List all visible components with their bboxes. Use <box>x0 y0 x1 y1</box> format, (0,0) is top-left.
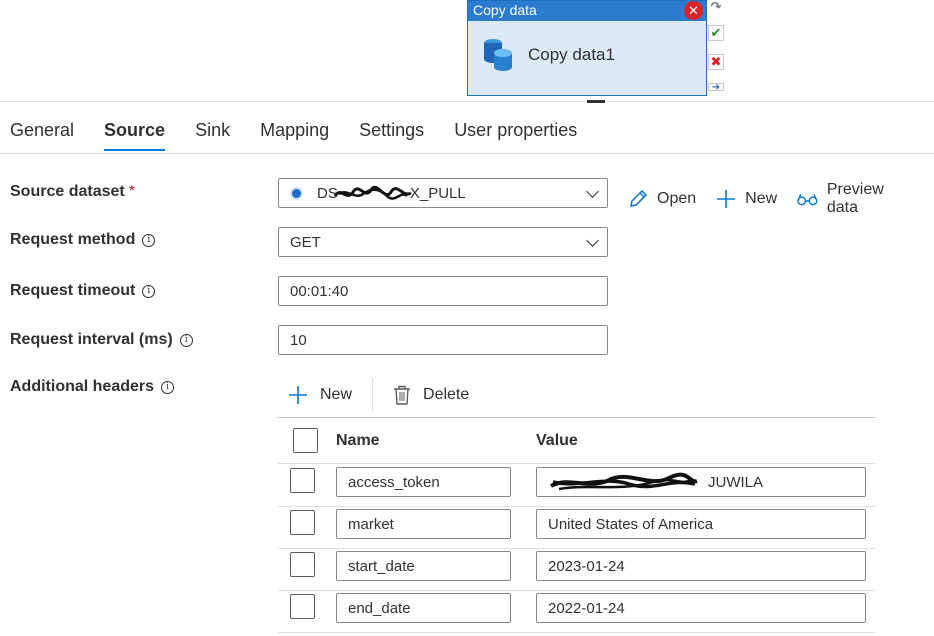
header-name-value: start_date <box>348 557 415 575</box>
tab-settings[interactable]: Settings <box>359 120 424 151</box>
tabs-divider <box>0 153 934 154</box>
activity-side-actions: ↷ ✔ ✖ ➜ <box>708 0 726 104</box>
activity-type-label: Copy data <box>473 2 537 18</box>
toolbar-separator <box>372 378 374 412</box>
dataset-icon <box>290 186 303 200</box>
source-dataset-prefix: DS <box>317 184 338 202</box>
properties-tabs: General Source Sink Mapping Settings Use… <box>10 120 607 151</box>
request-method-label-text: Request method <box>10 231 136 248</box>
tab-general[interactable]: General <box>10 120 74 151</box>
plus-icon <box>289 386 307 404</box>
table-row: market United States of America <box>278 507 876 549</box>
new-label: New <box>745 190 778 207</box>
delete-header-label: Delete <box>423 386 470 403</box>
headers-grid-header: Name Value <box>278 426 876 464</box>
request-interval-label-text: Request interval (ms) <box>10 331 173 348</box>
request-interval-input[interactable]: 10 <box>278 325 608 355</box>
row-checkbox[interactable] <box>290 552 315 577</box>
request-method-select[interactable]: GET <box>278 227 608 257</box>
open-dataset-button[interactable]: Open <box>628 189 696 209</box>
activity-header: Copy data ✕ <box>468 1 706 21</box>
on-completion-icon[interactable]: ➜ <box>708 83 724 91</box>
delete-activity-icon[interactable]: ✕ <box>684 1 703 20</box>
name-column-header: Name <box>336 432 380 449</box>
table-row: end_date 2022-01-24 <box>278 591 876 633</box>
table-row: access_token JUWILA <box>278 465 876 507</box>
on-failure-icon[interactable]: ✖ <box>708 54 724 70</box>
activity-body: Copy data1 <box>468 21 706 73</box>
header-name-value: market <box>348 515 394 533</box>
request-method-label: Request method i <box>10 231 156 249</box>
header-value-value: JUWILA <box>708 473 764 491</box>
header-value-input[interactable]: 2023-01-24 <box>536 551 866 581</box>
headers-toolbar: New Delete <box>288 378 469 412</box>
panel-resize-handle[interactable] <box>587 100 605 103</box>
row-checkbox[interactable] <box>290 510 315 535</box>
grid-top-border <box>278 417 876 418</box>
copy-data-activity[interactable]: Copy data ✕ Copy data1 <box>467 0 707 96</box>
row-checkbox[interactable] <box>290 468 315 493</box>
header-name-value: access_token <box>348 473 440 491</box>
additional-headers-label: Additional headers i <box>10 378 175 396</box>
header-name-value: end_date <box>348 599 411 617</box>
header-value-value: 2023-01-24 <box>548 557 625 575</box>
value-column-header: Value <box>536 432 578 449</box>
tab-sink[interactable]: Sink <box>195 120 230 151</box>
info-icon[interactable]: i <box>179 333 193 347</box>
tab-mapping[interactable]: Mapping <box>260 120 329 151</box>
select-all-checkbox[interactable] <box>293 428 318 453</box>
source-dataset-label-text: Source dataset <box>10 183 125 200</box>
request-method-value: GET <box>290 233 321 251</box>
header-name-input[interactable]: access_token <box>336 467 511 497</box>
info-icon[interactable]: i <box>142 284 156 298</box>
redo-icon[interactable]: ↷ <box>708 0 724 16</box>
preview-data-label: Preview data <box>826 181 884 216</box>
plus-icon <box>717 190 736 208</box>
new-dataset-button[interactable]: New <box>716 189 777 209</box>
tab-source[interactable]: Source <box>104 120 166 151</box>
copy-data-icon <box>482 37 514 73</box>
preview-data-button[interactable]: Preview data <box>797 181 914 217</box>
source-dataset-label: Source dataset * <box>10 183 135 201</box>
additional-headers-label-text: Additional headers <box>10 378 155 395</box>
table-row: start_date 2023-01-24 <box>278 549 876 591</box>
info-icon[interactable]: i <box>161 380 175 394</box>
new-header-button[interactable]: New <box>288 385 352 405</box>
header-name-input[interactable]: end_date <box>336 593 511 623</box>
request-interval-label: Request interval (ms) i <box>10 331 193 349</box>
header-value-input[interactable]: 2022-01-24 <box>536 593 866 623</box>
chevron-down-icon <box>586 234 599 247</box>
info-icon[interactable]: i <box>142 233 156 247</box>
trash-icon <box>394 385 411 405</box>
header-value-value: United States of America <box>548 515 714 533</box>
open-label: Open <box>657 190 697 207</box>
on-success-icon[interactable]: ✔ <box>708 25 724 41</box>
header-value-value: 2022-01-24 <box>548 599 625 617</box>
chevron-down-icon <box>586 185 599 198</box>
redaction-scribble <box>550 472 698 491</box>
request-timeout-input[interactable]: 00:01:40 <box>278 276 608 306</box>
new-header-label: New <box>320 386 353 403</box>
panel-divider <box>0 101 934 102</box>
redaction-scribble <box>333 186 412 200</box>
pencil-icon <box>630 189 648 207</box>
row-checkbox[interactable] <box>290 594 315 619</box>
header-name-input[interactable]: market <box>336 509 511 539</box>
request-timeout-label: Request timeout i <box>10 282 156 300</box>
delete-header-button[interactable]: Delete <box>393 385 469 405</box>
source-dataset-suffix: X_PULL <box>409 184 466 202</box>
tab-user-properties[interactable]: User properties <box>454 120 577 151</box>
header-name-input[interactable]: start_date <box>336 551 511 581</box>
header-value-input[interactable]: United States of America <box>536 509 866 539</box>
source-dataset-select[interactable]: DS X_PULL <box>278 178 608 208</box>
glasses-icon <box>797 194 818 206</box>
required-marker: * <box>128 183 135 200</box>
request-interval-value: 10 <box>290 331 307 349</box>
dataset-actions: Open New Preview data <box>628 181 934 217</box>
request-timeout-label-text: Request timeout <box>10 282 136 299</box>
request-timeout-value: 00:01:40 <box>290 282 349 300</box>
header-value-input[interactable]: JUWILA <box>536 467 866 497</box>
activity-name: Copy data1 <box>528 45 615 64</box>
